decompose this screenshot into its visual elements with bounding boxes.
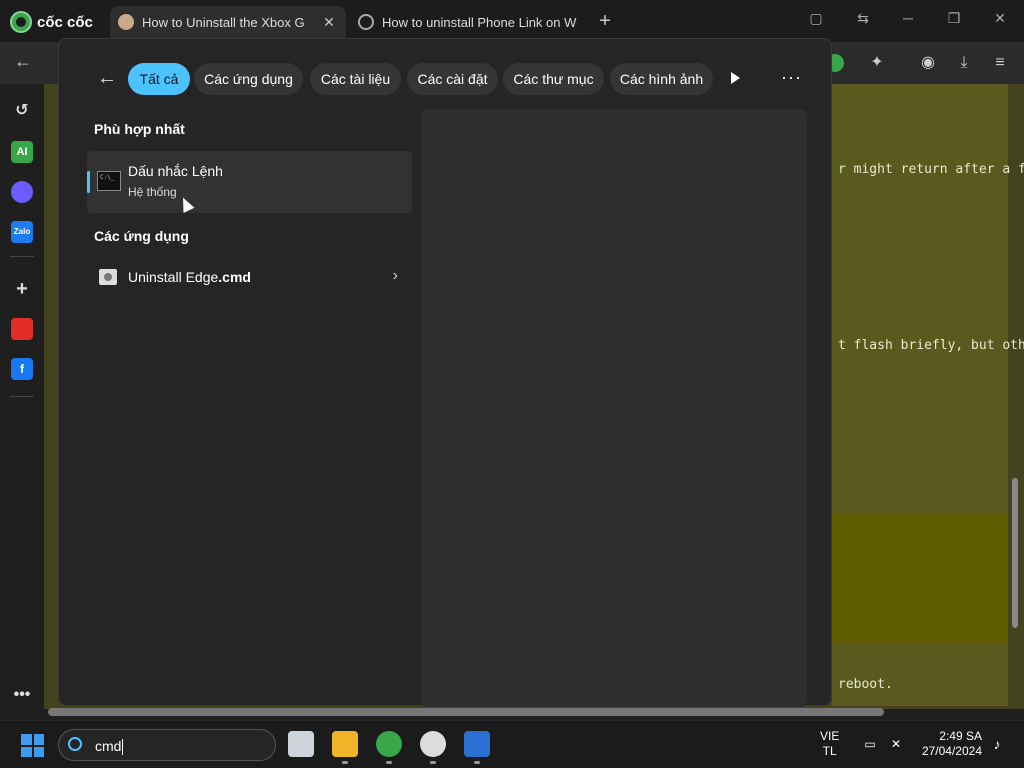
app-result-item[interactable]: Uninstall Edge.cmd › [87, 259, 412, 295]
screenshot-icon[interactable]: ▢ [806, 10, 826, 27]
ai-icon[interactable]: AI [11, 141, 33, 163]
browser-brand: cốc cốc [10, 10, 93, 34]
tab-title: How to uninstall Phone Link on W [382, 14, 577, 30]
options-icon[interactable]: ··· [781, 67, 802, 88]
selection-indicator [87, 171, 90, 193]
more-filters-icon[interactable] [731, 72, 740, 84]
browser-titlebar: cốc cốc How to Uninstall the Xbox G ✕ Ho… [0, 0, 1024, 42]
running-indicator [342, 761, 348, 764]
search-query: cmd [95, 738, 122, 754]
windows-search-flyout: ← Tất cả Các ứng dụng Các tài liệu Các c… [58, 38, 832, 707]
running-indicator [474, 761, 480, 764]
apps-heading: Các ứng dụng [94, 228, 189, 244]
tab-title: How to Uninstall the Xbox G [142, 14, 305, 30]
profile-icon[interactable]: ◉ [917, 52, 939, 74]
network-icon[interactable]: ▭ [862, 737, 878, 751]
language-code: VIE [820, 729, 840, 743]
globe-icon [358, 14, 374, 30]
coccoc-taskbar-icon[interactable] [376, 731, 402, 757]
search-icon [68, 737, 82, 751]
brand-name: cốc cốc [37, 13, 93, 31]
running-indicator [386, 761, 392, 764]
zalo-icon[interactable]: Zalo [11, 221, 33, 243]
task-view-icon[interactable] [288, 731, 314, 757]
messenger-icon[interactable] [11, 181, 33, 203]
preview-pane [421, 109, 807, 707]
filter-settings[interactable]: Các cài đặt [407, 63, 498, 95]
language-indicator[interactable]: VIE TL [820, 729, 839, 759]
tab-phone-link[interactable]: How to uninstall Phone Link on W [350, 6, 586, 38]
minimize-button[interactable]: ─ [898, 10, 918, 26]
close-tab-icon[interactable]: ✕ [320, 14, 338, 31]
vertical-scrollbar[interactable] [1012, 478, 1018, 628]
volume-muted-icon[interactable]: ✕ [888, 737, 904, 751]
keyboard-layout: TL [822, 744, 837, 758]
running-indicator [430, 761, 436, 764]
page-text-line: r might return after a featu [838, 162, 1024, 177]
tab-favicon-icon [118, 14, 134, 30]
coccoc-logo-icon [10, 11, 32, 33]
best-match-title: Dấu nhắc Lệnh [128, 163, 223, 179]
clock-app-icon[interactable] [420, 731, 446, 757]
clock-date: 27/04/2024 [921, 744, 982, 758]
restore-button[interactable]: ❐ [944, 10, 964, 27]
horizontal-scrollbar[interactable] [48, 708, 884, 716]
taskbar-search-input[interactable]: cmd [58, 729, 276, 761]
menu-icon[interactable]: ≡ [989, 52, 1011, 74]
chevron-right-icon[interactable]: › [393, 267, 398, 285]
best-match-item[interactable]: Dấu nhắc Lệnh Hệ thống [87, 151, 412, 213]
filter-photos[interactable]: Các hình ảnh [610, 63, 713, 95]
taskbar: cmd VIE TL ▭ ✕ 2:49 SA 27/04/2024 ♪ [0, 720, 1024, 768]
best-match-heading: Phù hợp nhất [94, 121, 185, 137]
filter-folders[interactable]: Các thư mục [503, 63, 604, 95]
filter-documents[interactable]: Các tài liệu [310, 63, 401, 95]
powershell-icon[interactable] [464, 731, 490, 757]
page-text-line: t flash briefly, but otherwis [838, 338, 1024, 353]
add-icon[interactable]: + [11, 278, 33, 300]
system-clock[interactable]: 2:49 SA 27/04/2024 [918, 729, 982, 759]
extensions-icon[interactable]: ✦ [866, 52, 888, 74]
history-icon[interactable]: ↺ [11, 100, 33, 122]
best-match-subtitle: Hệ thống [128, 185, 177, 199]
page-highlight [832, 514, 1008, 644]
sidebar-divider [10, 256, 34, 257]
filter-apps[interactable]: Các ứng dụng [194, 63, 303, 95]
cmd-file-icon [99, 269, 117, 285]
download-icon[interactable]: ⤓ [953, 52, 975, 74]
youtube-icon[interactable] [11, 318, 33, 340]
filter-all[interactable]: Tất cả [128, 63, 190, 95]
sidebar-divider [10, 396, 34, 397]
more-icon[interactable]: ••• [11, 684, 33, 706]
back-button[interactable]: ← [14, 51, 32, 72]
notification-bell-icon[interactable]: ♪ [989, 737, 1005, 751]
app-result-name: Uninstall Edge.cmd [128, 269, 251, 285]
close-window-button[interactable]: ✕ [990, 10, 1010, 27]
browser-sidebar: ↺ AI Zalo + f ••• [0, 84, 44, 714]
facebook-icon[interactable]: f [11, 358, 33, 380]
clock-time: 2:49 SA [939, 729, 982, 743]
back-arrow-icon[interactable]: ← [97, 67, 117, 90]
file-explorer-icon[interactable] [332, 731, 358, 757]
new-tab-button[interactable]: + [595, 10, 615, 33]
tab-xbox[interactable]: How to Uninstall the Xbox G ✕ [110, 6, 346, 38]
command-prompt-icon [97, 171, 121, 191]
tab-search-icon[interactable]: ⇆ [853, 10, 873, 27]
page-text-line: reboot. [838, 677, 893, 692]
windows-start-icon[interactable] [21, 734, 44, 757]
